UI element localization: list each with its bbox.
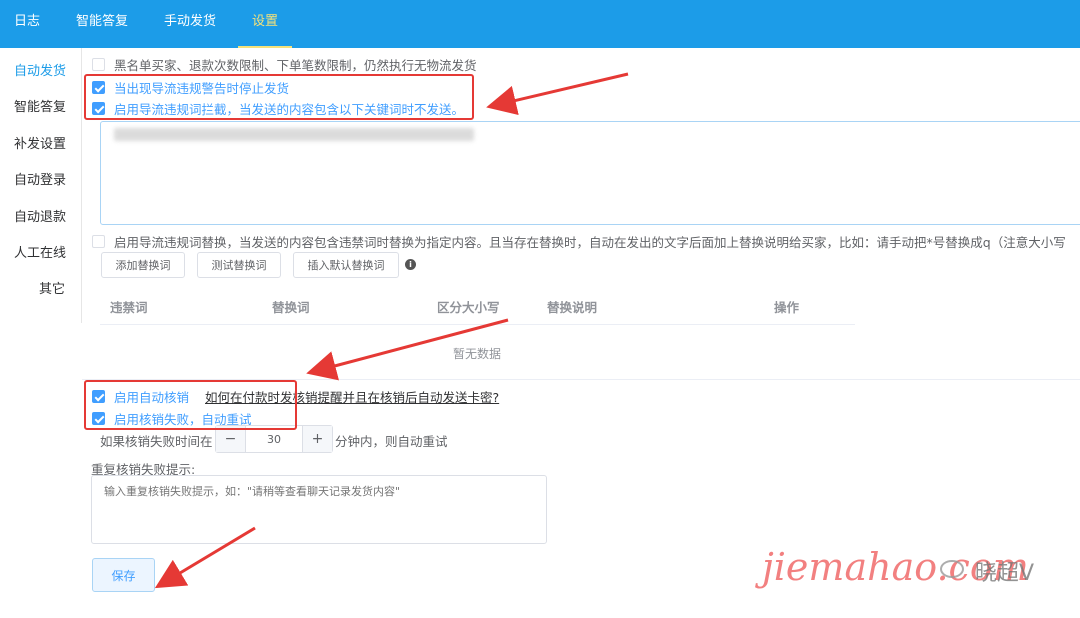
annotation-arrows bbox=[154, 72, 629, 589]
arrow-1 bbox=[486, 72, 629, 116]
wechat-icon bbox=[940, 560, 964, 578]
arrow-3 bbox=[154, 526, 256, 589]
watermark-author: 晓超V bbox=[975, 561, 1035, 586]
arrow-2 bbox=[306, 318, 509, 381]
